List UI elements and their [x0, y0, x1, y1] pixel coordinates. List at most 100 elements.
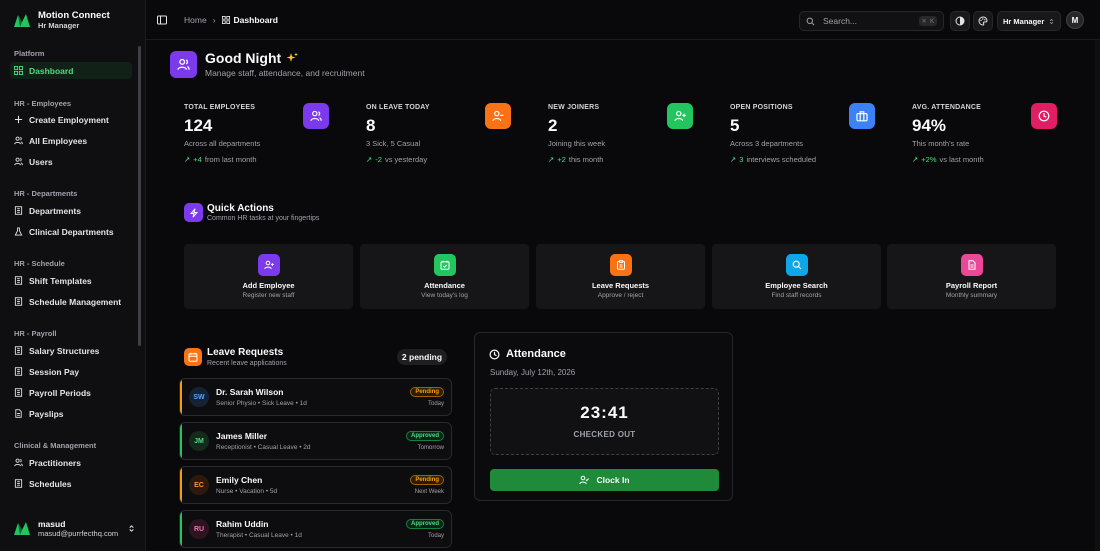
stat-card-avg-attendance: Avg. Attendance 94% This month's rate ↗ +…: [912, 99, 1082, 169]
breadcrumb-current: Dashboard: [221, 15, 278, 25]
users-icon: [14, 458, 23, 467]
sidebar-group-label: Platform: [14, 49, 45, 58]
brand[interactable]: Motion Connect Hr Manager: [12, 10, 110, 30]
sidebar-item-all-employees[interactable]: All Employees: [10, 132, 132, 149]
trend-text: this month: [568, 155, 604, 164]
stat-trend: ↗ +4 from last month: [184, 155, 257, 164]
sidebar-item-salary-structures[interactable]: Salary Structures: [10, 342, 132, 359]
trend-text: from last month: [204, 155, 257, 164]
stat-value: 8: [366, 116, 376, 135]
sidebar-item-schedule-management[interactable]: Schedule Management: [10, 293, 132, 310]
leave-requests-subtitle: Recent leave applications: [207, 360, 287, 367]
sidebar-toggle-icon[interactable]: [157, 15, 167, 25]
leave-request-row[interactable]: JM James Miller Receptionist • Casual Le…: [179, 422, 452, 460]
quick-action-employee-search[interactable]: Employee Search Find staff records: [712, 244, 881, 309]
stat-card-on-leave: On Leave Today 8 3 Sick, 5 Casual ↗ -2 vs …: [366, 99, 536, 169]
quick-action-icon: [433, 254, 456, 276]
brand-name: Motion Connect: [38, 10, 110, 21]
plus-icon: [14, 115, 23, 124]
clock-icon: [489, 348, 500, 360]
file-icon: [15, 409, 22, 418]
request-when: Today: [427, 533, 444, 539]
sidebar-item-clinical-departments[interactable]: Clinical Departments: [10, 223, 132, 240]
search-input[interactable]: [823, 16, 911, 26]
quick-action-payroll-report[interactable]: Payroll Report Monthly summary: [887, 244, 1056, 309]
clock-in-button[interactable]: Clock In: [490, 469, 719, 491]
quick-action-add-employee[interactable]: Add Employee Register new staff: [184, 244, 353, 309]
sidebar: Motion Connect Hr Manager Platform Dashb…: [0, 0, 146, 551]
clipboard-icon: [616, 260, 625, 270]
stat-label: Open Positions: [730, 104, 793, 111]
trend-text: vs yesterday: [384, 155, 428, 164]
sidebar-item-departments[interactable]: Departments: [10, 202, 132, 219]
trend-value: 3: [739, 155, 744, 164]
role-select[interactable]: Hr Manager: [997, 11, 1061, 31]
leave-request-row[interactable]: RU Rahim Uddin Therapist • Casual Leave …: [179, 510, 452, 548]
quick-action-sub: Register new staff: [242, 292, 295, 299]
quick-actions-title: Quick Actions: [207, 203, 274, 214]
user-avatar[interactable]: M: [1066, 11, 1084, 29]
quick-action-label: Add Employee: [242, 281, 295, 290]
sidebar-item-dashboard[interactable]: Dashboard: [10, 62, 132, 79]
sidebar-item-payroll-periods[interactable]: Payroll Periods: [10, 384, 132, 401]
breadcrumb-home[interactable]: Home: [184, 15, 207, 25]
sidebar-item-schedules[interactable]: Schedules: [10, 475, 132, 492]
pending-count-badge: 2 pending: [397, 349, 447, 365]
avatar: RU: [189, 519, 209, 539]
stat-sub: 3 Sick, 5 Casual: [366, 139, 421, 148]
status-bar: [180, 467, 182, 503]
avatar: JM: [189, 431, 209, 451]
users-icon: [177, 58, 190, 70]
sidebar-group-label: HR - Schedule: [14, 259, 65, 268]
quick-action-label: Employee Search: [765, 281, 828, 290]
quick-action-attendance[interactable]: Attendance View today's log: [360, 244, 529, 309]
sidebar-item-create-employment[interactable]: Create Employment: [10, 111, 132, 128]
chevron-up-down-icon: [129, 524, 134, 532]
request-when: Next Week: [414, 489, 444, 495]
stat-label: New Joiners: [548, 104, 600, 111]
stat-value: 5: [730, 116, 740, 135]
search-icon: [806, 17, 815, 25]
avatar: SW: [189, 387, 209, 407]
requester-name: Emily Chen: [216, 475, 263, 485]
stat-icon: [849, 103, 875, 129]
sidebar-item-shift-templates[interactable]: Shift Templates: [10, 272, 132, 289]
sidebar-user-menu[interactable]: masud masud@purrfecthq.com: [12, 518, 136, 538]
stat-sub: Joining this week: [548, 139, 606, 148]
user-check-icon: [579, 475, 590, 485]
user-minus-icon: [492, 110, 504, 122]
sidebar-item-session-pay[interactable]: Session Pay: [10, 363, 132, 380]
sidebar-item-label: Salary Structures: [29, 345, 100, 356]
sidebar-item-practitioners[interactable]: Practitioners: [10, 454, 132, 471]
brand-logo-icon: [12, 10, 32, 30]
trend-up-icon: ↗: [912, 155, 919, 164]
contrast-icon: [955, 16, 965, 26]
sidebar-item-payslips[interactable]: Payslips: [10, 405, 132, 422]
building-icon: [14, 297, 23, 306]
request-detail: Nurse • Vacation • 5d: [216, 488, 278, 495]
search-box[interactable]: ⌘ K: [799, 11, 944, 31]
brand-role: Hr Manager: [38, 21, 80, 30]
trend-up-icon: ↗: [548, 155, 555, 164]
user-plus-icon: [674, 110, 686, 122]
palette-button[interactable]: [973, 11, 993, 31]
sidebar-item-label: Shift Templates: [29, 275, 92, 286]
stat-icon: [303, 103, 329, 129]
sidebar-item-label: Payslips: [29, 408, 64, 419]
flask-icon: [14, 227, 23, 236]
page-title: Good Night: [205, 50, 299, 66]
avatar: EC: [189, 475, 209, 495]
building-icon: [14, 367, 23, 376]
sidebar-item-users[interactable]: Users: [10, 153, 132, 170]
trend-value: -2: [375, 155, 382, 164]
leave-request-row[interactable]: SW Dr. Sarah Wilson Senior Physio • Sick…: [179, 378, 452, 416]
quick-action-leave-requests[interactable]: Leave Requests Approve / reject: [536, 244, 705, 309]
attendance-title-text: Attendance: [506, 348, 566, 360]
sidebar-scrollbar[interactable]: [138, 46, 141, 346]
current-time: 23:41: [580, 403, 629, 422]
main-scrollbar[interactable]: [1095, 40, 1100, 551]
status-bar: [180, 423, 182, 459]
leave-request-row[interactable]: EC Emily Chen Nurse • Vacation • 5d Pend…: [179, 466, 452, 504]
stat-icon: [667, 103, 693, 129]
theme-toggle-button[interactable]: [950, 11, 970, 31]
